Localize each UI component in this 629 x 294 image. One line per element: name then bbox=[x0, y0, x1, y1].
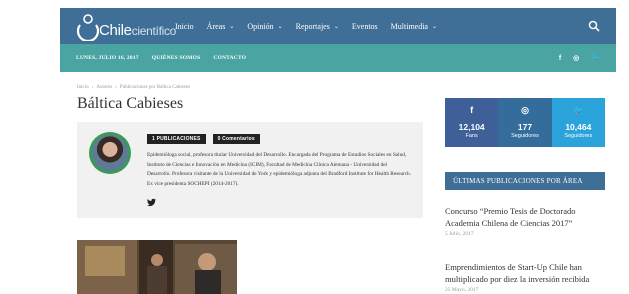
logo-main: Chile bbox=[99, 22, 132, 39]
stat-count: 10,464 bbox=[565, 122, 592, 132]
nav-label: Áreas bbox=[206, 21, 226, 31]
stat-label: Fans bbox=[465, 133, 478, 139]
instagram-icon[interactable]: ◎ bbox=[573, 54, 579, 62]
main-menu: Inicio Áreas ⌄ Opinión ⌄ Reportajes ⌄ Event… bbox=[175, 8, 450, 44]
post-title[interactable]: Concurso “Premio Tesis de Doctorado Acad… bbox=[445, 205, 605, 229]
search-icon[interactable] bbox=[588, 20, 600, 32]
chevron-down-icon: ⌄ bbox=[277, 23, 283, 30]
breadcrumb-home[interactable]: Inicio bbox=[77, 85, 89, 90]
sidebar-section-title: ÚLTIMAS PUBLICACIONES POR ÁREA bbox=[445, 172, 605, 190]
flask-icon bbox=[77, 14, 99, 41]
twitter-stat[interactable]: 🐦 10,464 Seguidores bbox=[551, 98, 605, 147]
sidebar-post[interactable]: Concurso “Premio Tesis de Doctorado Acad… bbox=[445, 205, 605, 237]
nav-label: Reportajes bbox=[295, 21, 330, 31]
nav-label: Eventos bbox=[351, 21, 378, 31]
nav-item-opinion[interactable]: Opinión ⌄ bbox=[247, 22, 282, 31]
nav-item-multimedia[interactable]: Multimedia ⌄ bbox=[391, 22, 437, 31]
avatar bbox=[89, 132, 131, 174]
breadcrumb-current: Publicaciones por Báltica Cabieses bbox=[119, 85, 190, 90]
breadcrumb-autores[interactable]: Autores bbox=[96, 85, 112, 90]
comments-count-badge: 0 Comentarios bbox=[212, 134, 260, 144]
breadcrumb-separator: › bbox=[91, 85, 94, 90]
sidebar-post[interactable]: Emprendimientos de Start-Up Chile han mu… bbox=[445, 261, 605, 293]
article-thumbnail[interactable] bbox=[77, 240, 237, 294]
posts-count-badge: 1 PUBLICACIONES bbox=[147, 134, 206, 144]
author-badges: 1 PUBLICACIONES 0 Comentarios bbox=[147, 134, 267, 144]
post-date: 5 Julio, 2017 bbox=[445, 231, 474, 237]
author-box: 1 PUBLICACIONES 0 Comentarios Epidemiólo… bbox=[77, 122, 423, 218]
instagram-icon: ◎ bbox=[521, 105, 529, 115]
quienes-somos-link[interactable]: QUIÉNES SOMOS bbox=[152, 55, 201, 61]
nav-item-areas[interactable]: Áreas ⌄ bbox=[207, 22, 235, 31]
subnav-links: LUNES, JULIO 16, 2017 QUIÉNES SOMOS CONT… bbox=[76, 44, 259, 72]
secondary-navigation-bar: LUNES, JULIO 16, 2017 QUIÉNES SOMOS CONT… bbox=[60, 44, 616, 72]
top-navigation-bar: Chilecientífico Inicio Áreas ⌄ Opinión ⌄ R… bbox=[60, 8, 616, 44]
header-social-links: f ◎ 🐦 bbox=[547, 44, 600, 72]
post-date: 25 Mayo, 2017 bbox=[445, 287, 479, 293]
breadcrumb-separator: › bbox=[115, 85, 117, 90]
breadcrumb: Inicio › Autores › Publicaciones por Báltica… bbox=[77, 85, 190, 90]
current-date: LUNES, JULIO 16, 2017 bbox=[76, 55, 139, 61]
stat-count: 12,104 bbox=[458, 122, 485, 132]
chevron-down-icon: ⌄ bbox=[431, 23, 438, 30]
thumbnail-image bbox=[77, 240, 237, 294]
post-title[interactable]: Emprendimientos de Start-Up Chile han mu… bbox=[445, 261, 605, 285]
stat-label: Seguidores bbox=[564, 133, 593, 139]
twitter-icon: 🐦 bbox=[572, 105, 584, 115]
nav-label: Multimedia bbox=[390, 21, 428, 31]
avatar-photo bbox=[92, 135, 128, 171]
facebook-stat[interactable]: f 12,104 Fans bbox=[445, 98, 499, 147]
twitter-icon[interactable]: 🐦 bbox=[591, 54, 600, 62]
nav-item-inicio[interactable]: Inicio bbox=[175, 22, 194, 31]
logo-text: Chilecientífico bbox=[99, 22, 176, 39]
stat-count: 177 bbox=[517, 122, 533, 132]
nav-item-reportajes[interactable]: Reportajes ⌄ bbox=[296, 22, 339, 31]
nav-label: Opinión bbox=[247, 21, 274, 31]
stat-label: Seguidores bbox=[511, 133, 539, 139]
twitter-icon[interactable] bbox=[147, 198, 156, 207]
contacto-link[interactable]: CONTACTO bbox=[213, 55, 246, 61]
chevron-down-icon: ⌄ bbox=[229, 23, 235, 30]
logo-sub: científico bbox=[131, 24, 177, 38]
facebook-icon[interactable]: f bbox=[559, 55, 561, 62]
facebook-icon: f bbox=[470, 105, 474, 115]
page-title: Báltica Cabieses bbox=[77, 95, 184, 112]
author-bio: Epidemióloga social, profesora titular U… bbox=[147, 152, 412, 187]
chevron-down-icon: ⌄ bbox=[333, 23, 339, 30]
nav-label: Inicio bbox=[175, 21, 194, 31]
nav-item-eventos[interactable]: Eventos bbox=[352, 22, 378, 31]
site-logo[interactable]: Chilecientífico bbox=[77, 11, 176, 41]
social-stats: f 12,104 Fans ◎ 177 Seguidores 🐦 10,464 … bbox=[445, 98, 605, 147]
instagram-stat[interactable]: ◎ 177 Seguidores bbox=[498, 98, 552, 147]
